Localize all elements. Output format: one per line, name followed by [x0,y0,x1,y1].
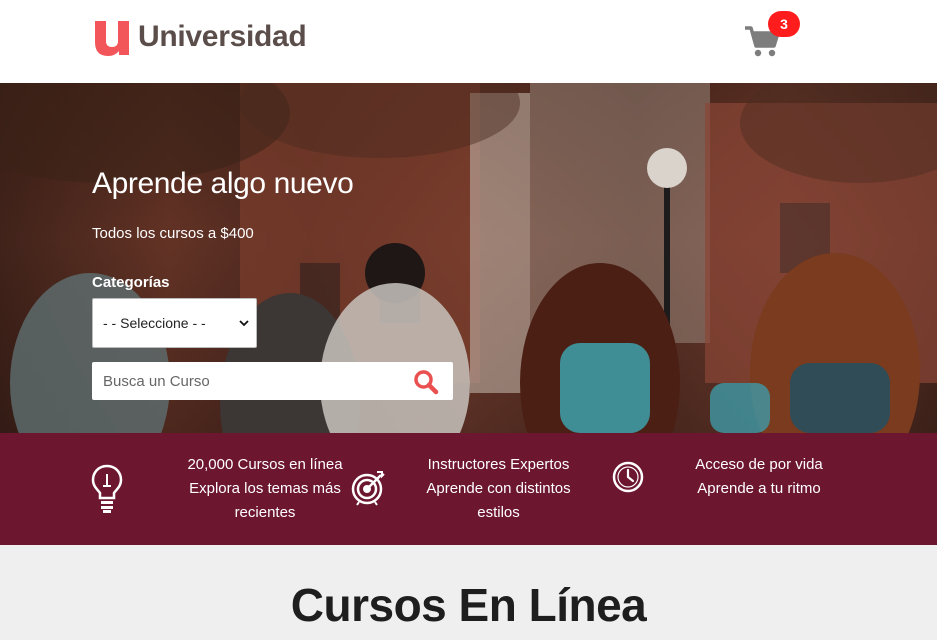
logo[interactable]: Universidad [92,17,307,57]
category-label: Categorías [92,274,170,291]
cart-count-badge: 3 [768,11,800,37]
chevron-down-icon [239,320,249,327]
feature-access-line1: Acceso de por vida [695,456,823,473]
category-select-value: - - Seleccione - - [103,315,206,331]
lightbulb-icon [91,464,123,513]
features-band: 20,000 Cursos en línea Explora los temas… [0,433,937,545]
hero-subtitle: Todos los cursos a $400 [92,225,254,242]
feature-instructors-line1: Instructores Expertos [427,456,570,473]
target-icon [351,471,385,506]
hero-banner: Aprende algo nuevo Todos los cursos a $4… [0,83,937,433]
feature-courses-line3: recientes [234,504,296,521]
logo-text: Universidad [138,20,307,53]
feature-access: Acceso de por vida Aprende a tu ritmo [665,453,853,501]
site-header: Universidad 3 [0,0,937,83]
feature-access-line2: Aprende a tu ritmo [697,480,821,497]
section-title: Cursos En Línea [290,579,647,631]
feature-instructors-line2: Aprende con distintos [426,480,571,497]
search-input[interactable] [92,362,402,400]
feature-courses-line2: Explora los temas más [189,480,341,497]
hero-title: Aprende algo nuevo [92,167,354,200]
category-select[interactable]: - - Seleccione - - [92,298,257,348]
logo-mark-icon [92,17,132,57]
search-icon[interactable] [413,369,439,395]
feature-courses-line1: 20,000 Cursos en línea [187,456,343,473]
clock-icon [612,461,644,493]
feature-instructors-line3: estilos [477,504,520,521]
feature-courses: 20,000 Cursos en línea Explora los temas… [150,453,380,525]
feature-instructors: Instructores Expertos Aprende con distin… [406,453,591,525]
search-box [92,362,453,400]
